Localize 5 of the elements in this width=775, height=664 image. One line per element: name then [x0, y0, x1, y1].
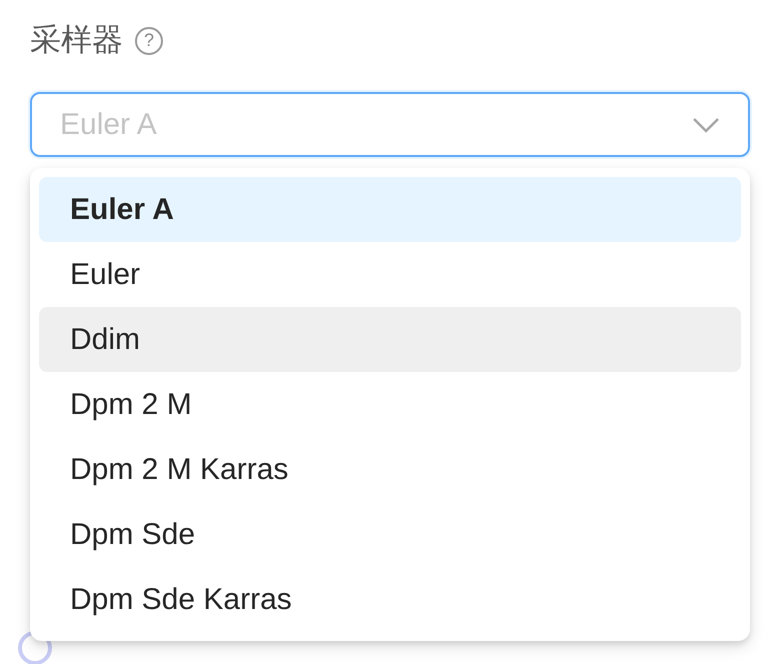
dropdown-option[interactable]: Euler A	[39, 177, 741, 242]
field-label: 采样器	[30, 21, 123, 60]
select-value: Euler A	[60, 107, 157, 143]
chevron-down-icon	[692, 116, 720, 132]
dropdown-option[interactable]: Ddim	[39, 307, 741, 372]
